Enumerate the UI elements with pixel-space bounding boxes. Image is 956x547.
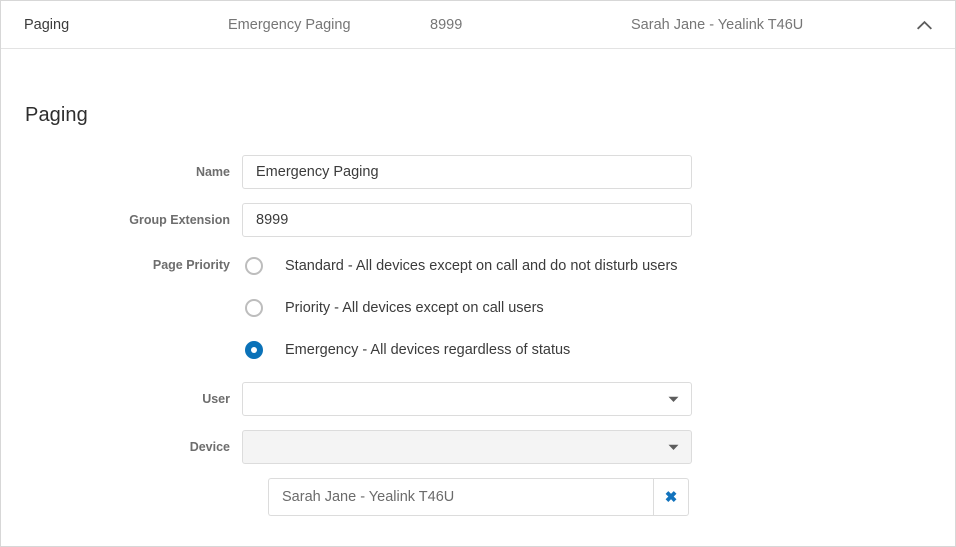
radio-label-emergency: Emergency - All devices regardless of st…	[285, 342, 571, 358]
user-select[interactable]	[242, 382, 692, 416]
field-row-page-priority: Page Priority Standard - All devices exc…	[1, 251, 955, 364]
field-row-group-extension: Group Extension	[1, 203, 955, 237]
paging-settings-form: Name Group Extension Page Priority S	[1, 155, 955, 516]
radio-circle-selected-icon	[245, 341, 263, 359]
chevron-up-icon	[916, 20, 932, 30]
label-name: Name	[195, 165, 230, 179]
device-select[interactable]	[242, 430, 692, 464]
radio-option-standard[interactable]: Standard - All devices except on call an…	[242, 252, 702, 280]
field-row-device: Device	[1, 430, 955, 464]
radio-label-standard: Standard - All devices except on call an…	[285, 258, 678, 274]
radio-circle-icon	[245, 299, 263, 317]
label-group-extension: Group Extension	[129, 213, 230, 227]
field-row-name: Name	[1, 155, 955, 189]
collapse-toggle-button[interactable]	[907, 9, 941, 41]
name-input[interactable]	[242, 155, 692, 189]
page-title: Paging	[25, 104, 88, 126]
radio-label-priority: Priority - All devices except on call us…	[285, 300, 544, 316]
label-device: Device	[189, 440, 230, 454]
radio-circle-icon	[245, 257, 263, 275]
summary-device-list: Sarah Jane - Yealink T46U	[631, 16, 804, 33]
page-priority-radio-group: Standard - All devices except on call an…	[242, 251, 702, 364]
remove-device-button[interactable]: ✖	[653, 478, 689, 516]
close-x-icon: ✖	[664, 489, 678, 506]
selected-device-value: Sarah Jane - Yealink T46U	[268, 478, 653, 516]
radio-option-priority[interactable]: Priority - All devices except on call us…	[242, 294, 702, 322]
summary-group-extension: 8999	[430, 16, 463, 33]
summary-group-name: Emergency Paging	[228, 16, 351, 33]
summary-section-title: Paging	[24, 16, 70, 33]
selected-device-row: Sarah Jane - Yealink T46U ✖	[268, 478, 955, 516]
group-extension-input[interactable]	[242, 203, 692, 237]
device-select-wrapper[interactable]	[242, 430, 692, 464]
paging-summary-bar[interactable]: Paging Emergency Paging 8999 Sarah Jane …	[1, 1, 955, 49]
radio-option-emergency[interactable]: Emergency - All devices regardless of st…	[242, 336, 702, 364]
field-row-user: User	[1, 382, 955, 416]
label-user: User	[202, 392, 230, 406]
paging-card: Paging Emergency Paging 8999 Sarah Jane …	[0, 0, 956, 547]
user-select-wrapper[interactable]	[242, 382, 692, 416]
label-page-priority: Page Priority	[152, 258, 230, 272]
